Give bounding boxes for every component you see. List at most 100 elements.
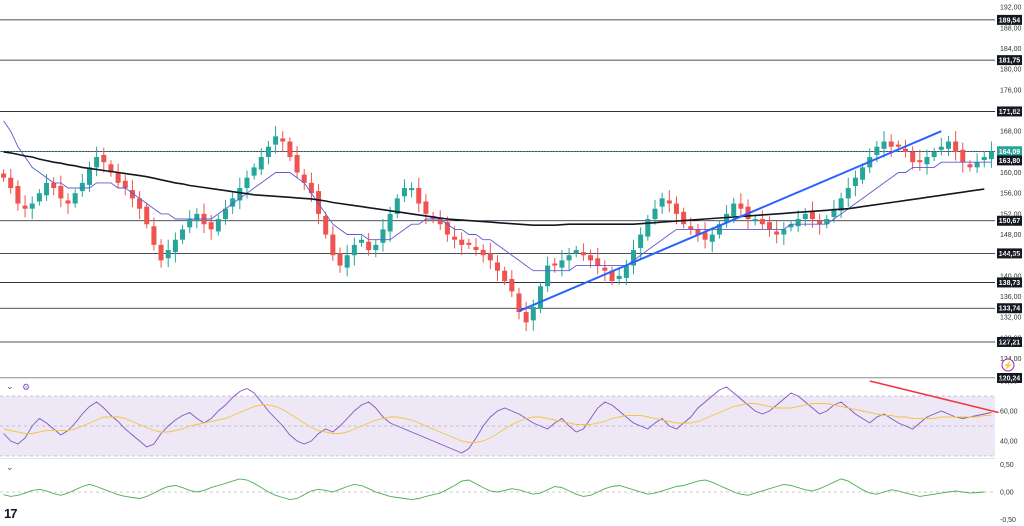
candle-body xyxy=(15,185,21,204)
candle-body xyxy=(759,219,765,225)
price-tick-label: 132,00 xyxy=(1000,315,1022,322)
candle-body xyxy=(244,177,250,189)
candle-body xyxy=(401,188,407,197)
candle-body xyxy=(258,157,264,170)
candle-body xyxy=(323,215,329,235)
candle-body xyxy=(545,265,551,287)
candle-body xyxy=(967,164,973,168)
candle-body xyxy=(767,222,773,230)
candle-body xyxy=(452,236,458,240)
price-tick-label: 156,00 xyxy=(1000,191,1022,198)
candle-body xyxy=(187,219,193,228)
candle-body xyxy=(917,160,923,163)
candle-body xyxy=(781,229,787,235)
candle-body xyxy=(652,208,658,220)
candle-body xyxy=(509,278,515,292)
candle-body xyxy=(280,138,286,142)
price-tick-label: 184,00 xyxy=(1000,46,1022,53)
price-tick-label: 192,00 xyxy=(1000,5,1022,12)
candle-body xyxy=(144,206,150,225)
tradingview-logo[interactable]: 17 xyxy=(4,506,18,521)
candle-body xyxy=(895,144,901,147)
candle-body xyxy=(473,246,479,251)
rsi-tick-label: 40,00 xyxy=(1000,439,1018,446)
candle-body xyxy=(659,198,665,207)
candle-body xyxy=(623,265,629,278)
candle-body xyxy=(494,262,501,271)
level-label: 189,54 xyxy=(999,17,1021,24)
candle-body xyxy=(151,226,157,245)
candle-body xyxy=(351,244,357,256)
candle-body xyxy=(423,201,429,214)
candle-body xyxy=(645,219,651,237)
rsi-tick-label: 80,00 xyxy=(1000,379,1018,386)
price-tick-label: 172,00 xyxy=(1000,108,1022,115)
candle-body xyxy=(552,263,558,266)
candle-body xyxy=(638,234,644,248)
candle-body xyxy=(852,177,858,186)
candle-body xyxy=(945,141,951,149)
price-tick-label: 188,00 xyxy=(1000,25,1022,32)
oscillator-collapse-icon[interactable]: ⌄ xyxy=(6,462,14,472)
candle-body xyxy=(960,149,966,163)
candle-body xyxy=(602,267,608,271)
price-tick-label: 148,00 xyxy=(1000,232,1022,239)
candle-body xyxy=(953,141,959,152)
price-tick-label: 160,00 xyxy=(1000,170,1022,177)
candle-body xyxy=(924,157,930,165)
rsi-band xyxy=(0,396,995,456)
candle-body xyxy=(588,255,594,261)
candle-body xyxy=(874,146,880,155)
level-label: 150,67 xyxy=(999,218,1021,225)
candle-body xyxy=(774,231,780,235)
candle-body xyxy=(72,193,78,204)
candle-body xyxy=(981,157,987,161)
candle-body xyxy=(172,239,178,253)
chart-canvas[interactable]: 189,54181,75171,82164,09150,67144,35138,… xyxy=(0,0,1024,526)
candle-body xyxy=(101,154,107,163)
candle-body xyxy=(358,239,364,243)
candle-body xyxy=(8,177,14,189)
price-tick-label: 180,00 xyxy=(1000,67,1022,74)
candle-body xyxy=(845,188,851,199)
price-tick-label: 140,00 xyxy=(1000,273,1022,280)
price-tick-label: 144,00 xyxy=(1000,253,1022,260)
candle-body xyxy=(738,203,744,209)
candle-body xyxy=(666,200,672,204)
candle-body xyxy=(974,162,980,168)
price-tick-label: 176,00 xyxy=(1000,87,1022,94)
candle-body xyxy=(709,234,715,242)
candle-body xyxy=(931,151,937,158)
candle-body xyxy=(44,182,50,196)
price-tick-label: 136,00 xyxy=(1000,294,1022,301)
price-tick-label: 152,00 xyxy=(1000,211,1022,218)
candle-body xyxy=(36,193,42,202)
candle-body xyxy=(165,250,171,259)
candle-body xyxy=(466,242,472,245)
candle-body xyxy=(330,234,336,256)
candle-body xyxy=(681,211,687,225)
candle-body xyxy=(938,146,944,150)
candle-body xyxy=(416,188,422,204)
candle-body xyxy=(802,213,808,220)
candle-body xyxy=(595,258,601,266)
candle-body xyxy=(180,229,186,240)
candle-body xyxy=(752,219,758,222)
candle-body xyxy=(566,255,572,261)
candle-body xyxy=(459,239,465,245)
candle-body xyxy=(487,253,493,261)
candle-body xyxy=(22,205,28,209)
rsi-settings-icon[interactable]: ⚙ xyxy=(22,382,30,392)
candle-body xyxy=(194,213,200,222)
current-price-label: 164,09 xyxy=(999,149,1021,156)
price-tick-label: 128,00 xyxy=(1000,335,1022,342)
rsi-collapse-icon[interactable]: ⌄ xyxy=(6,381,14,391)
candle-body xyxy=(265,146,271,158)
candle-body xyxy=(251,167,257,176)
candle-body xyxy=(731,203,737,216)
candle-body xyxy=(988,151,994,160)
price-tick-label: 168,00 xyxy=(1000,129,1022,136)
candle-body xyxy=(215,219,221,232)
candle-body xyxy=(881,141,887,149)
last-close-label: 163,80 xyxy=(999,158,1021,165)
